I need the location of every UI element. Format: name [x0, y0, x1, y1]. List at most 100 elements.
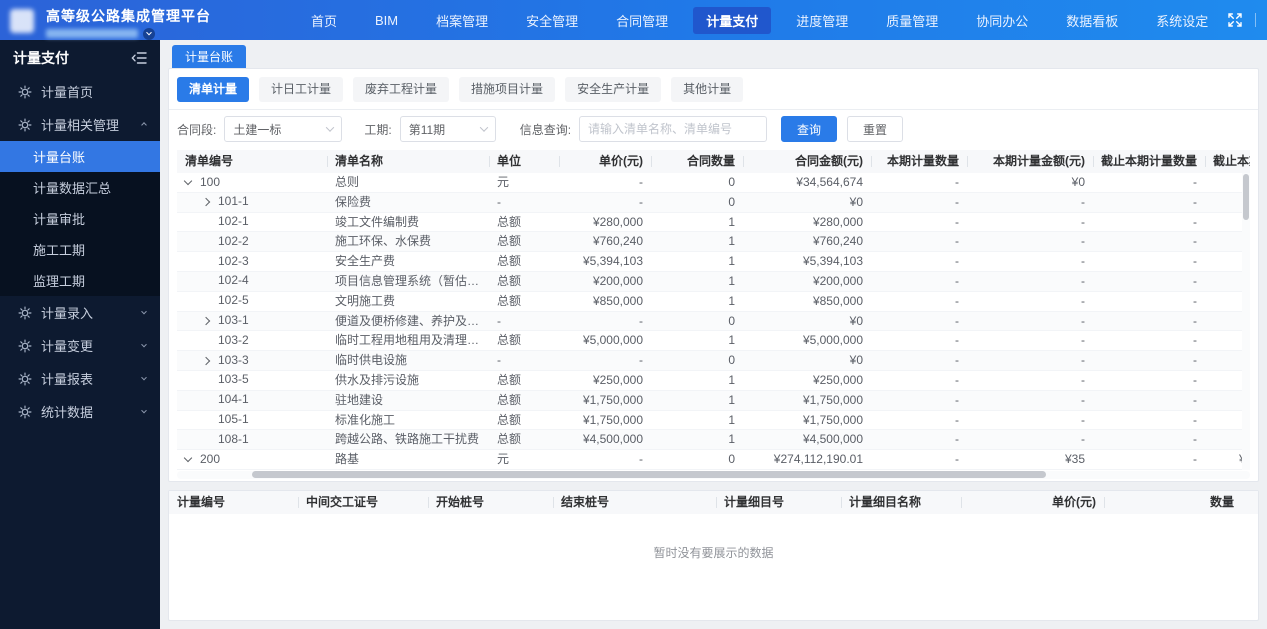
row-code: 108-1 — [218, 431, 249, 446]
row-cell: - — [1081, 254, 1085, 269]
row-cell: - — [1193, 452, 1197, 467]
table-row[interactable]: 102-4 项目信息管理系统（暂估价） 总额 ¥200,000 1 ¥200,000 - - - — [177, 271, 1250, 292]
table-row[interactable]: 102-1 竣工文件编制费 总额 ¥280,000 1 ¥280,000 - - - — [177, 213, 1250, 233]
sidebar-submenu: 计量台账 计量数据汇总 计量审批 施工工期 监理工期 — [0, 141, 160, 296]
sidebar-item-2[interactable]: 计量录入 — [0, 296, 160, 329]
row-code: 104-1 — [218, 392, 249, 407]
table-row[interactable]: 105-1 标准化施工 总额 ¥1,750,000 1 ¥1,750,000 - - - — [177, 411, 1250, 431]
row-cell: ¥1,750,000 — [802, 412, 863, 427]
subtab-3[interactable]: 措施项目计量 — [459, 77, 556, 102]
module-gear-icon — [18, 338, 32, 353]
row-code: 102-2 — [218, 233, 249, 248]
table-row[interactable]: 102-3 安全生产费 总额 ¥5,394,103 1 ¥5,394,103 - - - — [177, 252, 1250, 272]
subtab-0[interactable]: 清单计量 — [177, 77, 250, 102]
brand-expand-icon[interactable] — [143, 27, 155, 40]
table-row[interactable]: 200路基元-0¥274,112,190.01-¥35-¥ — [177, 450, 1250, 470]
menu-fold-icon[interactable] — [131, 51, 147, 65]
table-row[interactable]: 102-2 施工环保、水保费 总额 ¥760,240 1 ¥760,240 - - - — [177, 232, 1250, 253]
contract-section-select[interactable]: 土建一标 — [224, 116, 343, 142]
period-select[interactable]: 第11期 — [399, 116, 496, 142]
table-row[interactable]: 102-5 文明施工费 总额 ¥850,000 1 ¥850,000 - - - — [177, 292, 1250, 312]
sidebar-item-1[interactable]: 计量相关管理 — [0, 108, 160, 141]
table-row[interactable]: 108-1 跨越公路、铁路施工干扰费 总额 ¥4,500,000 1 ¥4,500,000… — [177, 430, 1250, 451]
expand-row-icon[interactable] — [201, 197, 211, 207]
nav-item-8[interactable]: 协同办公 — [957, 0, 1047, 40]
row-cell: ¥760,240 — [592, 234, 643, 249]
nav-item-5[interactable]: 计量支付 — [693, 6, 772, 34]
query-button[interactable]: 查询 — [781, 116, 838, 142]
collapse-row-icon[interactable] — [183, 453, 193, 463]
row-cell: - — [1081, 412, 1085, 427]
nav-item-1[interactable]: BIM — [356, 0, 417, 40]
sidebar-subitem-2[interactable]: 计量审批 — [0, 203, 160, 234]
collapse-row-icon[interactable] — [183, 176, 193, 186]
expand-row-icon[interactable] — [201, 316, 211, 326]
sidebar-item-3[interactable]: 计量变更 — [0, 329, 160, 362]
table-row[interactable]: 103-2 临时工程用地租用及清理、恢复与还... 总额 ¥5,000,000 1 ¥5,… — [177, 331, 1250, 352]
sidebar-item-5[interactable]: 统计数据 — [0, 395, 160, 428]
table-row[interactable]: 103-5 供水及排污设施 总额 ¥250,000 1 ¥250,000 - - - — [177, 371, 1250, 391]
nav-item-2[interactable]: 档案管理 — [417, 0, 507, 40]
horizontal-scrollbar-thumb[interactable] — [252, 470, 1047, 478]
ledger-table-body: 100 总则元 -0 ¥34,564,674- ¥0-101-1 保险费 - -0 ¥0- - -1… — [177, 173, 1250, 470]
row-cell: 1 — [728, 214, 735, 229]
ledger-col-9: 截止本期计量金额(元) — [1205, 150, 1250, 173]
row-cell: 安全生产费 — [335, 254, 396, 269]
row-code-cell: 102-5 — [177, 292, 327, 311]
search-input[interactable] — [579, 116, 768, 142]
vertical-scrollbar[interactable] — [1242, 173, 1250, 470]
table-row[interactable]: 103-1 便道及便桥修建、养护及恢复 - -0 ¥0- - - — [177, 311, 1250, 332]
app-title: 高等级公路集成管理平台 — [46, 7, 211, 24]
row-code: 102-1 — [218, 214, 249, 229]
row-cell: ¥200,000 — [592, 273, 643, 288]
subtab-1[interactable]: 计日工计量 — [259, 77, 344, 102]
row-code-cell: 103-3 — [177, 351, 327, 370]
row-cell: ¥760,240 — [812, 234, 863, 249]
table-row[interactable]: 103-3 临时供电设施 - - 0 ¥0 - - - — [177, 351, 1250, 371]
detail-col-3: 结束桩号 — [553, 491, 716, 514]
row-cell: - — [1193, 432, 1197, 447]
nav-item-3[interactable]: 安全管理 — [507, 0, 597, 40]
nav-item-10[interactable]: 系统设定 — [1137, 0, 1227, 40]
nav-item-6[interactable]: 进度管理 — [777, 0, 867, 40]
sidebar-item-4[interactable]: 计量报表 — [0, 362, 160, 395]
fullscreen-icon[interactable] — [1227, 12, 1243, 28]
row-cell: 0 — [728, 194, 735, 209]
sidebar-item-0[interactable]: 计量首页 — [0, 75, 160, 108]
row-cell: ¥200,000 — [812, 273, 863, 288]
module-gear-icon — [18, 404, 32, 419]
row-cell: ¥280,000 — [812, 214, 863, 229]
nav-item-4[interactable]: 合同管理 — [597, 0, 687, 40]
subtab-2[interactable]: 废弃工程计量 — [353, 77, 450, 102]
sidebar-subitem-0[interactable]: 计量台账 — [0, 141, 160, 172]
reset-button[interactable]: 重置 — [847, 116, 904, 142]
row-code: 102-3 — [218, 253, 249, 268]
sidebar-menu: 计量首页 计量相关管理 计量台账 计量数据汇总 计量审批 施工工期 监理工期 计量录入 计量变更… — [0, 75, 160, 428]
subtab-4[interactable]: 安全生产计量 — [565, 77, 662, 102]
nav-item-9[interactable]: 数据看板 — [1047, 0, 1137, 40]
row-cell: - — [1193, 175, 1197, 189]
sidebar-subitem-1[interactable]: 计量数据汇总 — [0, 172, 160, 203]
row-cell: - — [639, 353, 643, 368]
tab-measure-ledger[interactable]: 计量台账 — [172, 45, 247, 68]
table-row[interactable]: 100 总则 元 - 0 ¥34,564,674 - ¥0 - — [177, 173, 1250, 193]
sidebar-header: 计量支付 — [0, 40, 160, 75]
sidebar-subitem-4[interactable]: 监理工期 — [0, 265, 160, 296]
sidebar-subitem-3[interactable]: 施工工期 — [0, 234, 160, 265]
row-cell: - — [1193, 392, 1197, 407]
row-cell: 0 — [728, 175, 735, 189]
table-row[interactable]: 104-1 驻地建设 总额 ¥1,750,000 1 ¥1,750,000 - - - — [177, 390, 1250, 411]
table-row[interactable]: 101-1 保险费 - - 0 ¥0 - - - — [177, 192, 1250, 213]
subtab-5[interactable]: 其他计量 — [671, 77, 744, 102]
vertical-scrollbar-thumb[interactable] — [1243, 174, 1249, 220]
row-code: 103-2 — [218, 332, 249, 347]
expand-row-icon[interactable] — [201, 356, 211, 365]
nav-item-7[interactable]: 质量管理 — [867, 0, 957, 40]
ledger-col-4: 合同数量 — [651, 150, 743, 173]
nav-item-0[interactable]: 首页 — [292, 0, 356, 40]
row-cell: ¥5,000,000 — [582, 333, 643, 348]
row-cell: ¥250,000 — [592, 372, 643, 387]
brand-subtitle — [46, 27, 211, 40]
horizontal-scrollbar[interactable] — [177, 470, 1250, 479]
row-cell: 项目信息管理系统（暂估价） — [335, 273, 489, 288]
